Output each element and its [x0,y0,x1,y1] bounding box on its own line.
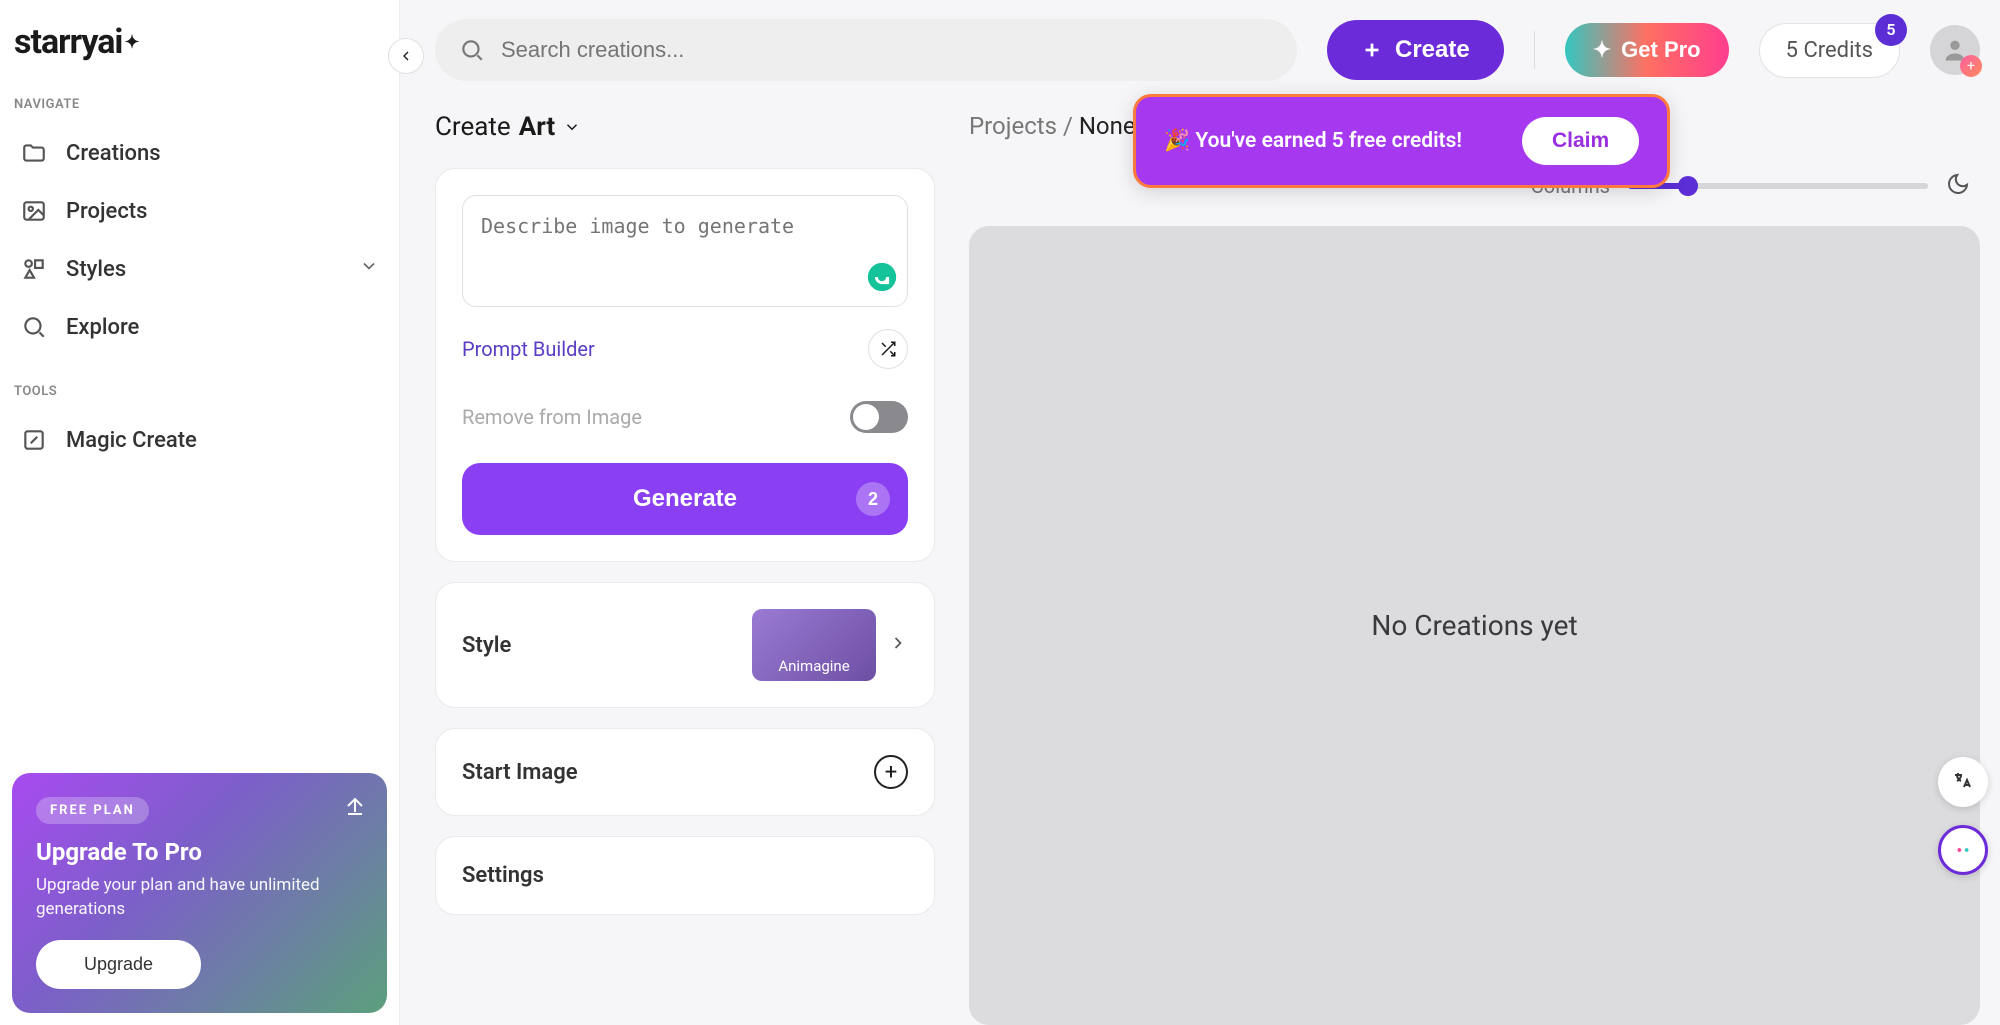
assistant-button[interactable] [1938,825,1988,875]
style-label: Style [462,633,511,658]
breadcrumb-root: Projects [969,112,1057,140]
search-input[interactable] [501,37,1273,63]
translate-button[interactable] [1938,757,1988,807]
image-icon [20,197,48,225]
search-icon [459,37,485,63]
start-image-label: Start Image [462,760,578,785]
sidebar-item-magic-create[interactable]: Magic Create [12,411,387,469]
creations-canvas: No Creations yet [969,226,1980,1025]
sidebar-item-projects[interactable]: Projects [12,182,387,240]
brand-logo[interactable]: starryai ✦ [12,22,387,62]
nav-label: Explore [66,315,139,340]
collapse-sidebar-button[interactable] [388,38,424,74]
plus-icon: + [1960,55,1982,77]
heading-bold: Art [519,112,555,142]
prompt-builder-link[interactable]: Prompt Builder [462,337,595,361]
prompt-card: Prompt Builder Remove from Image Generat… [435,168,935,562]
settings-card[interactable]: Settings [435,836,935,915]
folder-icon [20,139,48,167]
header: Create ✦ Get Pro 5 Credits 5 + [435,14,1980,86]
upgrade-description: Upgrade your plan and have unlimited gen… [36,874,363,922]
style-card[interactable]: Style Animagine [435,582,935,708]
breadcrumb-current: None [1079,112,1136,140]
floating-actions [1938,757,1988,875]
prompt-input[interactable] [481,214,889,274]
columns-slider[interactable] [1628,183,1928,189]
sidebar-item-explore[interactable]: Explore [12,298,387,356]
style-name: Animagine [778,657,849,675]
claim-button[interactable]: Claim [1522,117,1639,165]
search-icon [20,313,48,341]
dark-mode-toggle[interactable] [1946,172,1970,200]
nav-label: Styles [66,257,126,282]
upload-icon [343,793,367,821]
brand-text: starryai [14,22,122,62]
sidebar-item-styles[interactable]: Styles [12,240,387,298]
divider [1534,31,1535,69]
nav-label: Projects [66,199,147,224]
plan-badge: FREE PLAN [36,797,149,824]
gallery-panel: Projects / None 🎉 You've earned 5 free c… [969,112,1980,1025]
search-box[interactable] [435,19,1297,81]
upgrade-title: Upgrade To Pro [36,838,363,866]
credits-pill[interactable]: 5 Credits 5 [1759,23,1900,78]
sparkle-icon: ✦ [124,32,138,53]
nav-label: Creations [66,141,161,166]
remove-from-image-label: Remove from Image [462,405,642,429]
prompt-area[interactable] [462,195,908,307]
create-heading[interactable]: Create Art [435,112,935,142]
shuffle-button[interactable] [868,329,908,369]
get-pro-button[interactable]: ✦ Get Pro [1565,23,1729,77]
nav-label: Magic Create [66,428,197,453]
generate-label: Generate [633,485,737,512]
sidebar: starryai ✦ NAVIGATE Creations Projects S… [0,0,400,1025]
remove-toggle[interactable] [850,401,908,433]
credits-badge: 5 [1875,14,1907,46]
grammarly-icon [865,260,899,298]
get-pro-label: Get Pro [1621,37,1700,63]
toast-text: 🎉 You've earned 5 free credits! [1164,129,1462,153]
avatar[interactable]: + [1930,25,1980,75]
navigate-section-label: NAVIGATE [12,97,387,112]
sidebar-item-creations[interactable]: Creations [12,124,387,182]
heading-pre: Create [435,112,511,142]
wand-icon [20,426,48,454]
create-label: Create [1395,36,1470,64]
shapes-icon [20,255,48,283]
generate-cost-badge: 2 [856,482,890,516]
chevron-down-icon [359,256,379,282]
empty-state-text: No Creations yet [1371,609,1577,642]
start-image-card[interactable]: Start Image + [435,728,935,816]
credits-text: 5 Credits [1786,38,1873,63]
style-thumbnail: Animagine [752,609,876,681]
credits-toast: 🎉 You've earned 5 free credits! Claim [1133,94,1670,188]
tools-section-label: TOOLS [12,384,387,399]
upgrade-card: FREE PLAN Upgrade To Pro Upgrade your pl… [12,773,387,1013]
create-button[interactable]: Create [1327,20,1504,80]
chevron-down-icon [563,118,581,136]
main: Create Art Prompt Builder Remove from Im… [435,112,1980,1025]
create-panel: Create Art Prompt Builder Remove from Im… [435,112,935,1025]
upgrade-button[interactable]: Upgrade [36,940,201,989]
chevron-right-icon [888,633,908,657]
settings-label: Settings [462,863,544,888]
sparkle-icon: ✦ [1593,37,1611,63]
add-start-image-button[interactable]: + [874,755,908,789]
generate-button[interactable]: Generate 2 [462,463,908,535]
